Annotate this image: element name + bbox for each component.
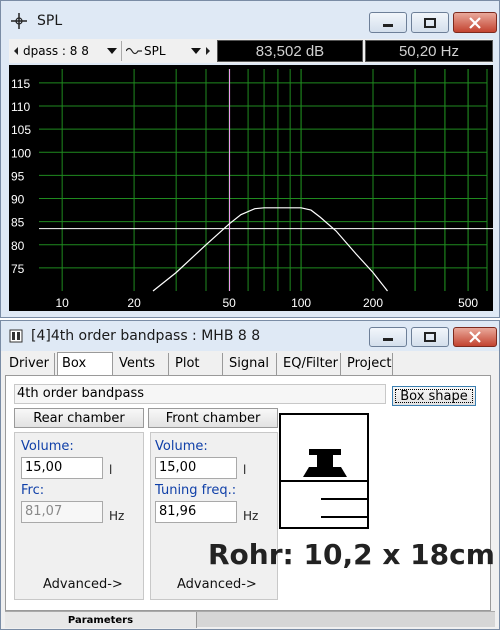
maximize-icon [412,13,448,32]
front-volume-input[interactable]: 15,00 [155,457,237,479]
chevron-right-icon [206,47,210,55]
rear-volume-label: Volume: [21,439,74,454]
driver-select[interactable]: dpass : 8 8 [13,41,117,61]
curve-select-value: SPL [144,44,166,58]
rear-advanced-button[interactable]: Advanced-> [43,577,123,592]
front-tuning-input[interactable]: 81,96 [155,501,237,523]
rear-chamber-group: Volume: 15,00 l Frc: 81,07 Hz Advanced-> [14,432,144,600]
crosshair-icon [11,13,27,29]
rear-volume-input[interactable]: 15,00 [21,457,103,479]
wave-icon [126,47,142,55]
box-title-bar[interactable]: [4]4th order bandpass : MHB 8 8 [1,321,499,351]
box-window-title: [4]4th order bandpass : MHB 8 8 [31,328,261,344]
maximize-button[interactable] [411,327,449,347]
tab-signal[interactable]: Signal [225,353,277,375]
maximize-icon [412,328,448,346]
minimize-button[interactable] [369,327,407,347]
level-readout: 83,502 dB [217,40,363,62]
x-tick-label: 10 [55,296,69,310]
close-button[interactable] [453,327,497,347]
spl-window: SPL dpass : 8 8 SPL 83,502 dB 50,20 Hz 1… [0,0,500,318]
spl-plot[interactable]: 115 110 105 100 95 90 85 80 75 10 20 50 100 200 500 [9,65,493,311]
close-icon [454,13,496,32]
maximize-button[interactable] [411,12,449,33]
y-tick-label: 110 [11,100,30,114]
y-tick-label: 105 [11,123,31,137]
tab-project[interactable]: Project [343,353,393,375]
close-button[interactable] [453,12,497,33]
chevron-down-icon [191,48,201,54]
x-tick-label: 500 [458,296,478,310]
chevron-left-icon [14,47,18,55]
front-volume-label: Volume: [155,439,208,454]
front-tuning-label: Tuning freq.: [155,483,237,498]
minimize-button[interactable] [369,12,407,33]
tab-vents[interactable]: Vents [115,353,169,375]
spl-toolbar: dpass : 8 8 SPL 83,502 dB 50,20 Hz [9,39,493,63]
box-panel: 4th order bandpass Box shape Rear chambe… [5,375,491,611]
front-chamber-header[interactable]: Front chamber [148,408,278,428]
chevron-down-icon [107,48,117,54]
tab-driver[interactable]: Driver [5,353,55,375]
spl-curve [152,207,388,292]
document-icon [9,329,23,343]
y-tick-label: 75 [11,262,25,276]
front-chamber-group: Volume: 15,00 l Tuning freq.: 81,96 Hz A… [150,432,278,600]
rear-chamber-header[interactable]: Rear chamber [14,408,144,428]
rear-frc-label: Frc: [21,483,45,498]
minimize-icon [370,13,406,32]
front-tuning-unit: Hz [243,509,259,523]
box-shape-button[interactable]: Box shape [392,386,476,406]
box-shape-preview [279,413,369,529]
y-tick-label: 115 [11,77,30,91]
rear-frc-unit: Hz [109,509,125,523]
status-bar: Parameters [5,611,495,628]
front-advanced-button[interactable]: Advanced-> [177,577,257,592]
driver-select-value: dpass : 8 8 [23,44,89,58]
tab-plot[interactable]: Plot [171,353,223,375]
frequency-readout: 50,20 Hz [365,40,493,62]
status-parameters: Parameters [5,612,197,628]
y-tick-label: 80 [11,239,25,253]
y-tick-label: 100 [11,146,31,160]
y-tick-label: 85 [11,216,25,230]
bandpass-box-icon [281,449,367,518]
curve-select[interactable]: SPL [121,41,201,61]
x-tick-label: 100 [291,296,311,310]
toolbar-scroll-right[interactable] [205,41,213,61]
close-icon [454,328,496,346]
spl-title-bar[interactable]: SPL [1,1,499,39]
rear-volume-unit: l [109,463,113,477]
spl-window-title: SPL [37,13,63,29]
x-tick-label: 20 [127,296,141,310]
x-tick-label: 200 [363,296,383,310]
box-type-field[interactable]: 4th order bandpass [14,384,386,404]
tab-eq-filter[interactable]: EQ/Filter [279,353,341,375]
minimize-icon [370,328,406,346]
x-tick-label: 50 [222,296,236,310]
y-tick-label: 95 [11,169,25,183]
tab-box[interactable]: Box [57,352,113,375]
front-volume-unit: l [243,463,247,477]
annotation-text: Rohr: 10,2 x 18cm [208,538,495,571]
spl-chart: 115 110 105 100 95 90 85 80 75 10 20 50 100 200 500 [11,69,493,310]
rear-frc-input[interactable]: 81,07 [21,501,103,523]
y-tick-label: 90 [11,193,25,207]
box-window: [4]4th order bandpass : MHB 8 8 Driver B… [0,320,500,630]
